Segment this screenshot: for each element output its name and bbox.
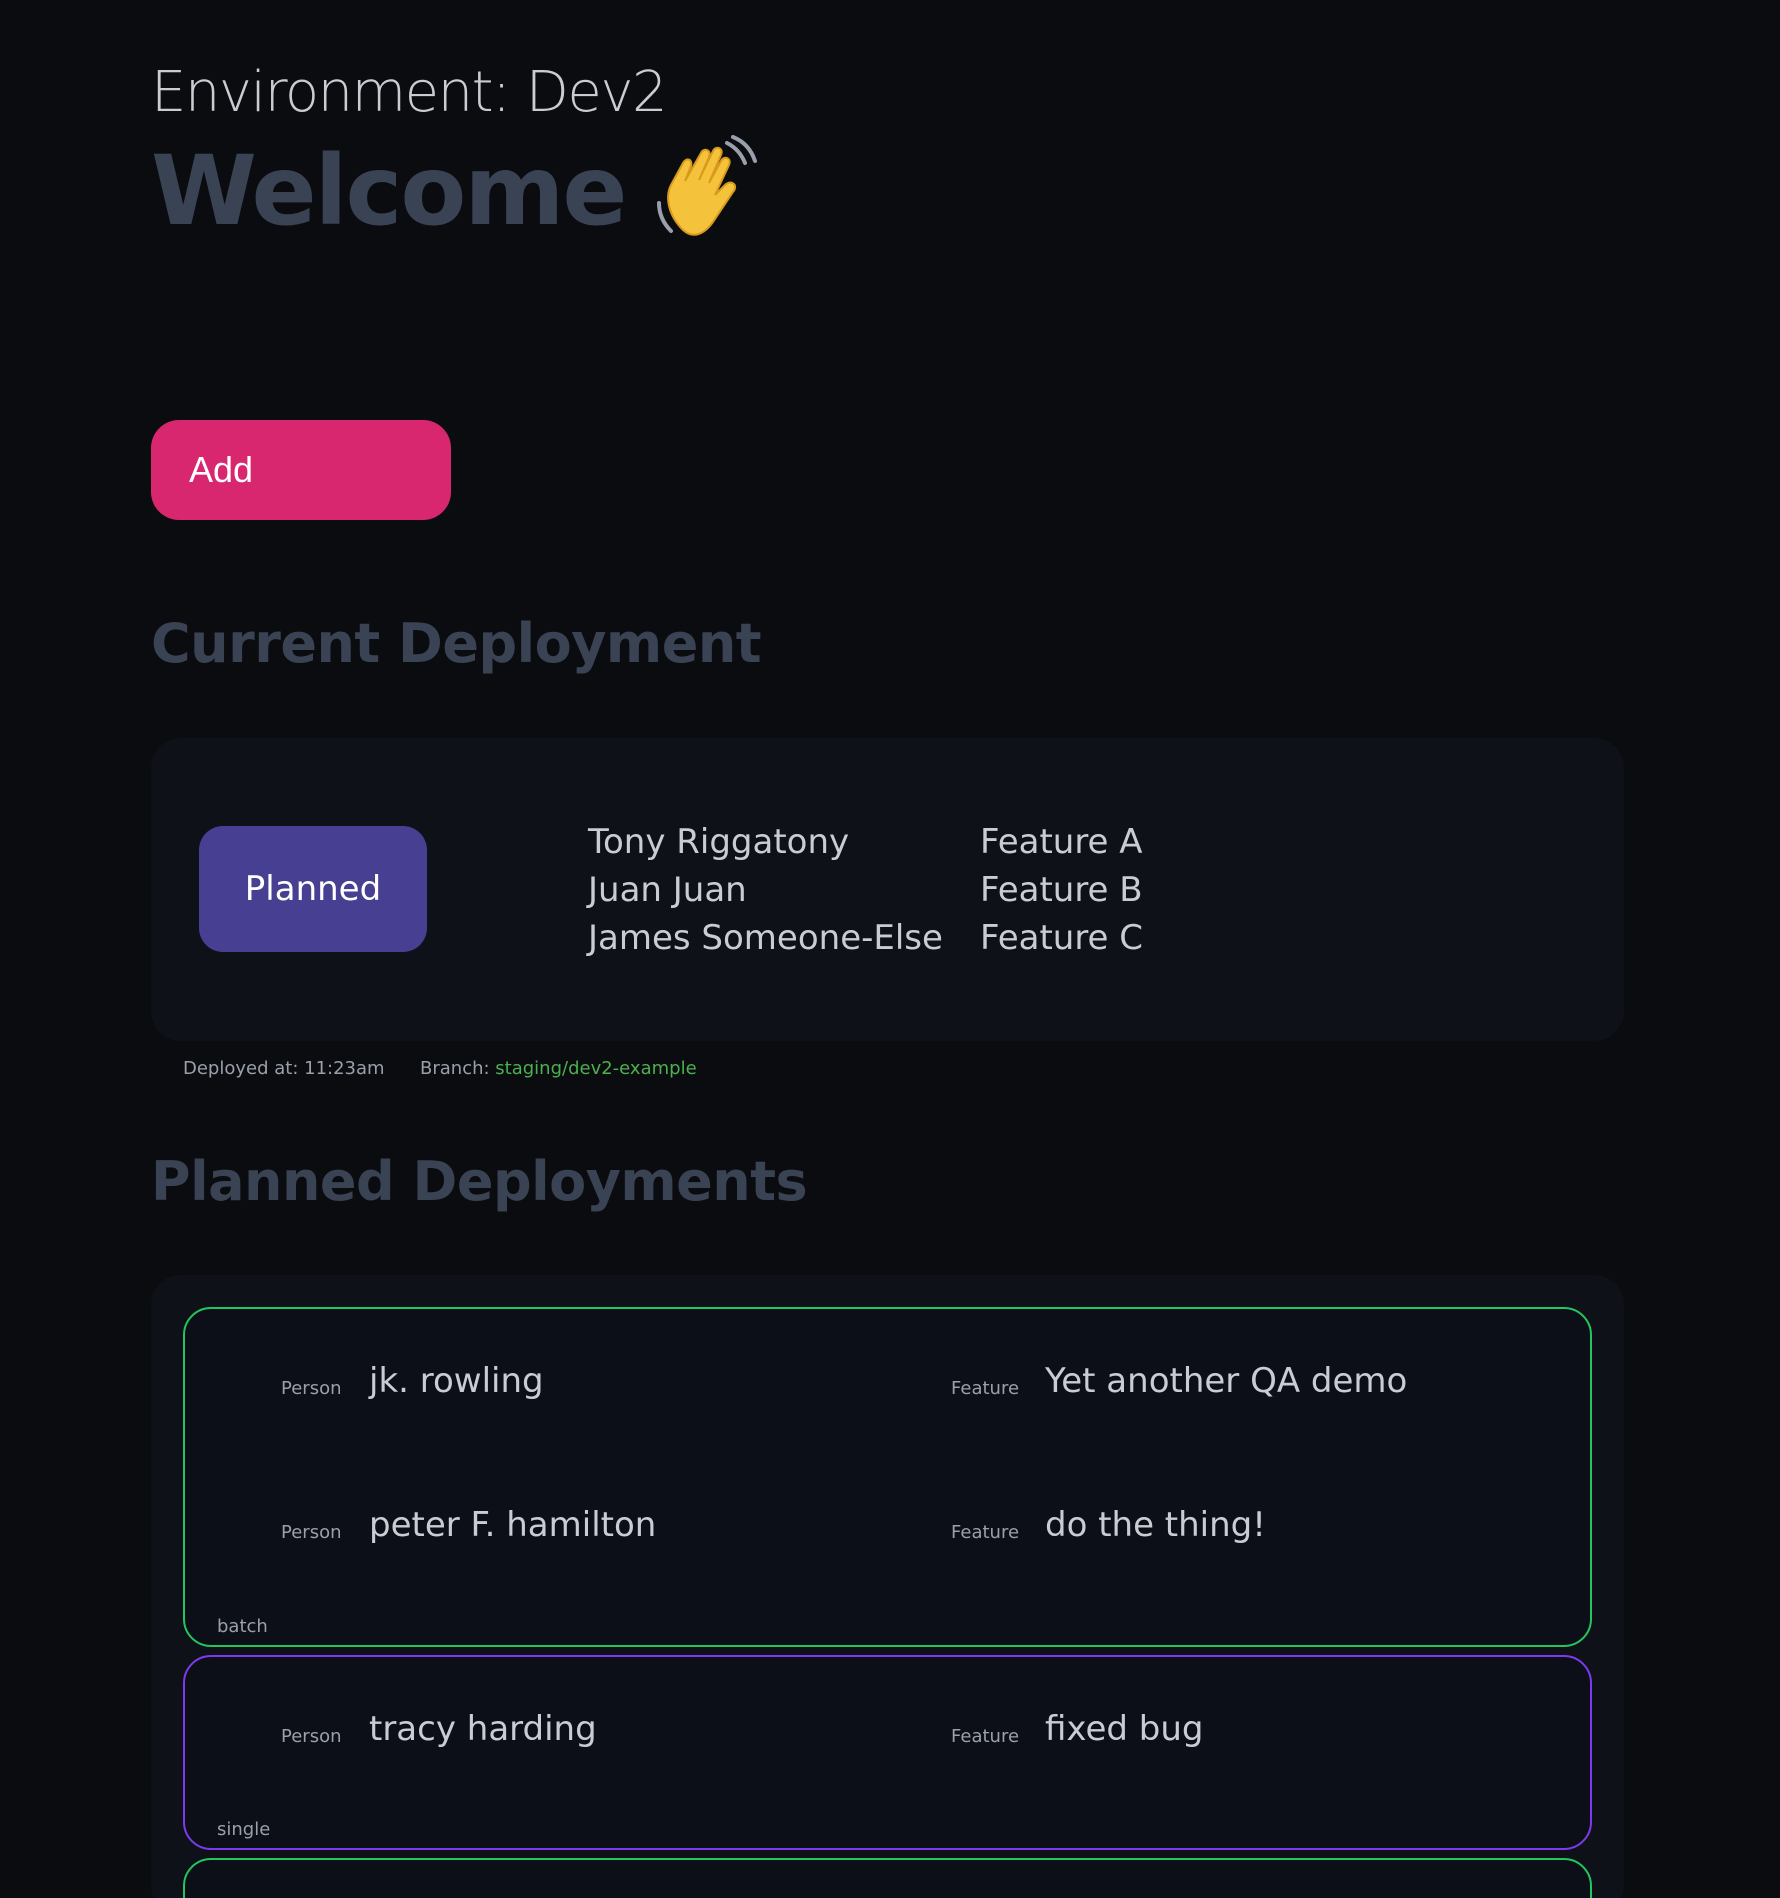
waving-hand-icon xyxy=(653,135,763,247)
list-item: Feature B xyxy=(980,870,1143,910)
person-value: peter F. hamilton xyxy=(369,1505,657,1545)
deployment-group-batch[interactable]: Person jk. rowling Feature Yet another Q… xyxy=(183,1307,1592,1647)
deployment-group-partial[interactable] xyxy=(183,1858,1592,1898)
person-value: tracy harding xyxy=(369,1709,597,1749)
deployment-group-single[interactable]: Person tracy harding Feature fixed bug s… xyxy=(183,1655,1592,1850)
feature-label: Feature xyxy=(951,1726,1020,1747)
current-deployment-card: Planned Tony Riggatony Juan Juan James S… xyxy=(151,738,1624,1041)
branch-info: Branch: staging/dev2-example xyxy=(420,1058,697,1079)
planned-deployments-container: Person jk. rowling Feature Yet another Q… xyxy=(151,1275,1624,1898)
branch-label: Branch: xyxy=(420,1058,496,1079)
person-value: jk. rowling xyxy=(369,1361,544,1401)
table-row: Person jk. rowling Feature Yet another Q… xyxy=(185,1361,1590,1411)
person-label: Person xyxy=(281,1378,342,1399)
feature-value: Yet another QA demo xyxy=(1045,1361,1408,1401)
list-item: Tony Riggatony xyxy=(588,822,850,862)
page: Environment: Dev2 Welcome Add Current De… xyxy=(0,0,1780,1898)
planned-deployments-heading: Planned Deployments xyxy=(151,1150,808,1213)
environment-title: Environment: Dev2 xyxy=(151,60,668,125)
feature-label: Feature xyxy=(951,1378,1020,1399)
feature-value: do the thing! xyxy=(1045,1505,1266,1545)
features-list: Feature A Feature B Feature C xyxy=(980,818,1143,962)
feature-label: Feature xyxy=(951,1522,1020,1543)
list-item: Feature A xyxy=(980,822,1143,862)
feature-value: fixed bug xyxy=(1045,1709,1204,1749)
list-item: Juan Juan xyxy=(588,870,747,910)
person-label: Person xyxy=(281,1522,342,1543)
table-row: Person peter F. hamilton Feature do the … xyxy=(185,1505,1590,1555)
group-type-label: batch xyxy=(217,1616,268,1637)
table-row: Person tracy harding Feature fixed bug xyxy=(185,1709,1590,1759)
deployed-at: Deployed at: 11:23am xyxy=(183,1058,385,1079)
branch-value: staging/dev2-example xyxy=(495,1058,697,1079)
list-item: Feature C xyxy=(980,918,1144,958)
welcome-heading: Welcome xyxy=(151,135,763,247)
people-list: Tony Riggatony Juan Juan James Someone-E… xyxy=(588,818,943,962)
status-badge: Planned xyxy=(199,826,427,952)
group-type-label: single xyxy=(217,1819,271,1840)
add-button[interactable]: Add xyxy=(151,420,451,520)
list-item: James Someone-Else xyxy=(588,918,943,958)
current-deployment-heading: Current Deployment xyxy=(151,612,762,675)
person-label: Person xyxy=(281,1726,342,1747)
welcome-text: Welcome xyxy=(151,135,627,247)
